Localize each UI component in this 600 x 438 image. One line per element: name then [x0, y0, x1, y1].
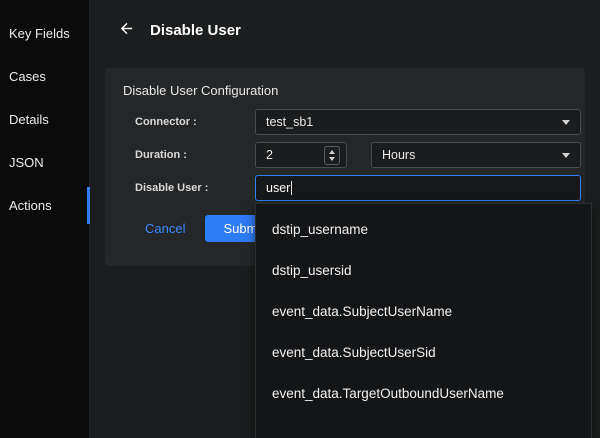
duration-value: 2: [266, 148, 273, 162]
connector-label: Connector :: [135, 116, 255, 128]
disable-user-input[interactable]: user: [255, 175, 581, 201]
arrow-left-icon: [118, 20, 135, 40]
suggestion-item[interactable]: dstip_usersid: [256, 250, 591, 291]
panel-title: Disable User Configuration: [105, 68, 585, 109]
sidebar-item-details[interactable]: Details: [0, 98, 89, 141]
back-button[interactable]: [118, 20, 135, 40]
page-title: Disable User: [150, 22, 241, 39]
text-cursor: [291, 181, 292, 195]
sidebar-item-cases[interactable]: Cases: [0, 55, 89, 98]
suggestion-item[interactable]: event_data.TargetOutboundUserName: [256, 373, 591, 414]
stepper-up-icon[interactable]: [329, 150, 335, 154]
connector-row: Connector : test_sb1: [135, 109, 581, 135]
suggestions-dropdown: dstip_username dstip_usersid event_data.…: [255, 203, 592, 438]
connector-select-value: test_sb1: [266, 115, 313, 129]
disable-user-row: Disable User : user: [135, 175, 581, 201]
duration-row: Duration : 2 Hours: [135, 142, 581, 168]
sidebar-item-json[interactable]: JSON: [0, 141, 89, 184]
connector-select[interactable]: test_sb1: [255, 109, 581, 135]
sidebar-item-key-fields[interactable]: Key Fields: [0, 12, 89, 55]
stepper-down-icon[interactable]: [329, 157, 335, 161]
cancel-button[interactable]: Cancel: [145, 221, 185, 236]
app-window: Key Fields Cases Details JSON Actions Di…: [0, 0, 600, 438]
suggestion-item[interactable]: event_data.SubjectUserSid: [256, 332, 591, 373]
suggestion-item[interactable]: dstip_username: [256, 209, 591, 250]
duration-stepper[interactable]: [324, 146, 340, 165]
chevron-down-icon: [562, 153, 570, 158]
disable-user-label: Disable User :: [135, 182, 255, 194]
page-header: Disable User: [91, 0, 600, 40]
duration-input[interactable]: 2: [255, 142, 347, 168]
duration-label: Duration :: [135, 149, 255, 161]
suggestion-item[interactable]: event_data.SubjectUserName: [256, 291, 591, 332]
sidebar: Key Fields Cases Details JSON Actions: [0, 0, 90, 438]
duration-unit-select[interactable]: Hours: [371, 142, 581, 168]
duration-unit-value: Hours: [382, 148, 415, 162]
disable-user-input-value: user: [266, 181, 290, 195]
sidebar-item-actions[interactable]: Actions: [0, 184, 89, 227]
chevron-down-icon: [562, 120, 570, 125]
